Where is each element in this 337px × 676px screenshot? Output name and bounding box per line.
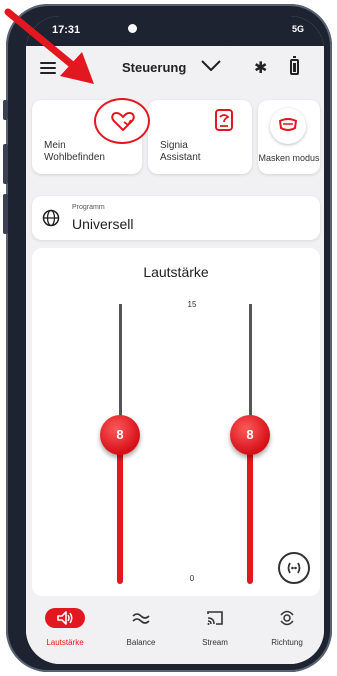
right-track-filled <box>247 434 253 584</box>
phone-frame: 17:31 5G Steuerung ✱ Mein Wohlbefinden S… <box>3 4 332 672</box>
card-assistant[interactable]: Signia Assistant <box>148 100 252 174</box>
card-label-mask: Masken modus <box>258 153 320 163</box>
annotation-arrow <box>4 8 94 84</box>
volume-title: Lautstärke <box>143 264 209 280</box>
bluetooth-icon[interactable]: ✱ <box>254 58 267 78</box>
battery-icon[interactable] <box>290 56 299 75</box>
link-icon <box>287 562 301 574</box>
header-title[interactable]: Steuerung <box>122 60 186 75</box>
tab-label: Balance <box>126 638 156 647</box>
bottom-navigation: Lautstärke Balance Stream Richtung <box>26 600 324 664</box>
program-caption: Programm <box>72 204 105 211</box>
balance-icon <box>132 613 150 624</box>
shortcut-cards: Mein Wohlbefinden Signia Assistant Maske… <box>26 94 324 186</box>
mute-switch <box>3 100 8 120</box>
tab-direction[interactable]: Richtung <box>252 606 322 656</box>
volume-up-button <box>3 144 8 184</box>
card-mask-mode[interactable]: Masken modus <box>258 100 320 174</box>
camera-dot <box>128 24 137 33</box>
card-label-wellbeing: Mein Wohlbefinden <box>44 140 105 163</box>
assistant-icon <box>215 109 233 131</box>
mask-button[interactable] <box>270 108 306 144</box>
card-label-assistant: Signia Assistant <box>160 140 201 163</box>
tab-volume[interactable]: Lautstärke <box>30 606 100 656</box>
right-volume-knob[interactable]: 8 <box>230 414 270 455</box>
direction-icon <box>280 610 294 626</box>
volume-panel: Lautstärke 15 0 8 8 <box>32 248 320 596</box>
tab-label: Richtung <box>271 638 303 647</box>
volume-max-label: 15 <box>187 300 197 309</box>
program-value: Universell <box>72 216 134 232</box>
app-screen: 17:31 5G Steuerung ✱ Mein Wohlbefinden S… <box>26 16 324 664</box>
globe-icon <box>42 209 60 227</box>
mask-icon <box>278 118 298 131</box>
tab-balance[interactable]: Balance <box>106 606 176 656</box>
program-selector[interactable]: Programm Universell <box>32 196 320 240</box>
cast-icon <box>207 611 223 625</box>
network-indicator: 5G <box>291 24 304 34</box>
tab-stream[interactable]: Stream <box>180 606 250 656</box>
heart-icon <box>111 112 135 131</box>
chevron-down-icon[interactable] <box>200 56 222 74</box>
tab-label: Lautstärke <box>46 638 84 647</box>
highlight-ring <box>94 98 150 144</box>
volume-down-button <box>3 194 8 234</box>
link-sides-button[interactable] <box>278 552 310 584</box>
tab-label: Stream <box>202 638 228 647</box>
volume-min-label: 0 <box>189 574 195 583</box>
card-wellbeing[interactable]: Mein Wohlbefinden <box>32 98 150 174</box>
speaker-icon <box>57 611 73 625</box>
left-volume-knob[interactable]: 8 <box>100 414 140 455</box>
left-track-filled <box>117 434 123 584</box>
